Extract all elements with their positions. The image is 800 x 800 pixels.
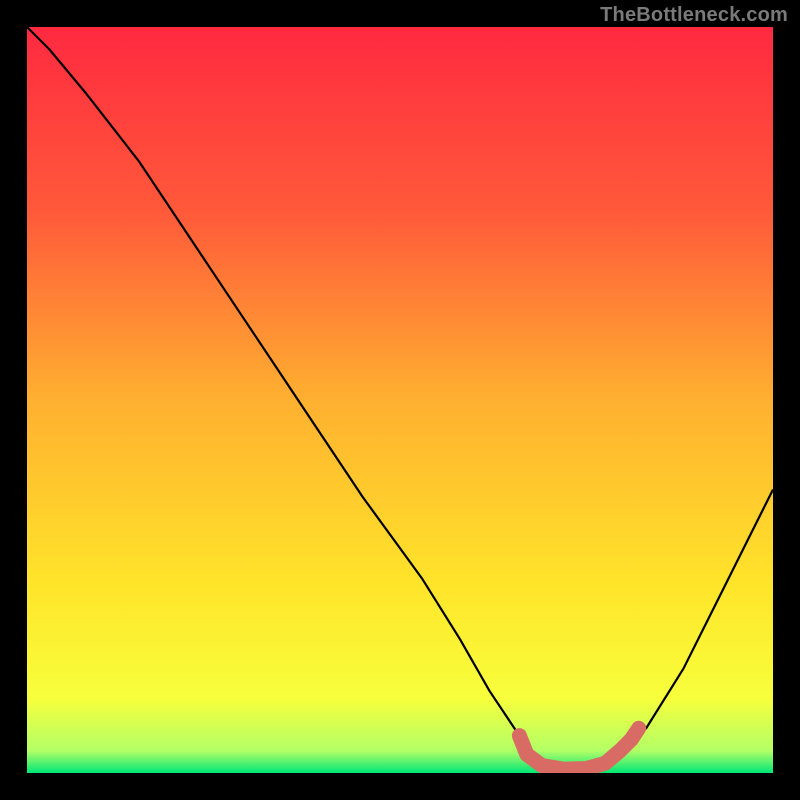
- bottleneck-chart: TheBottleneck.com: [0, 0, 800, 800]
- chart-svg: [27, 27, 773, 773]
- watermark-label: TheBottleneck.com: [600, 4, 788, 27]
- gradient-area: [27, 27, 773, 773]
